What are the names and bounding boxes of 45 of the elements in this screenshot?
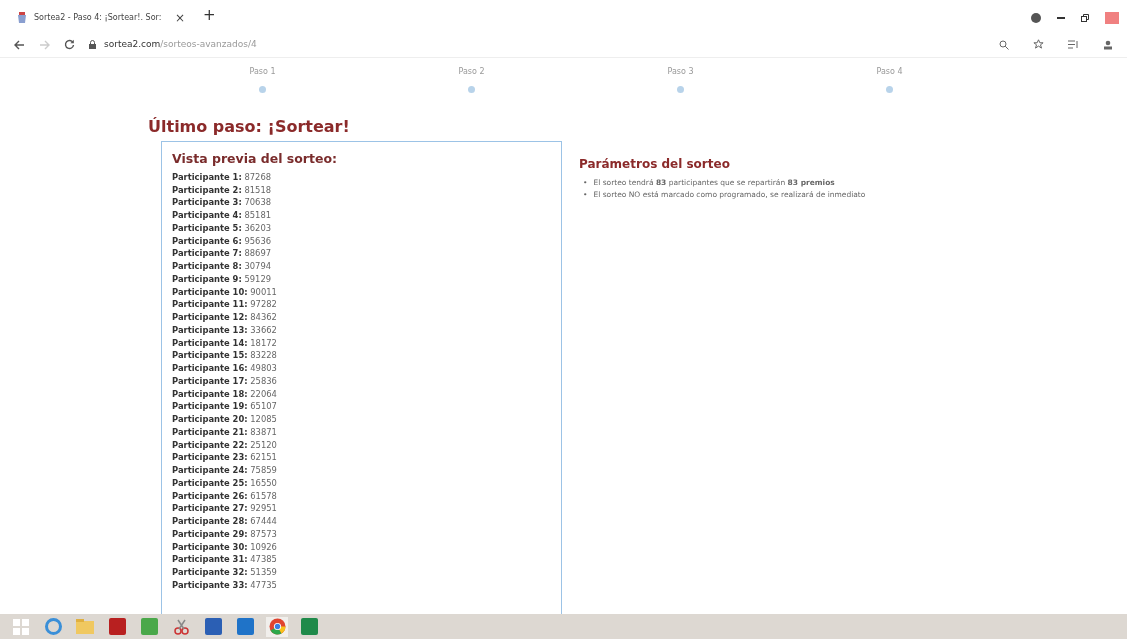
participant-entry: Participante 5: 36203: [172, 221, 273, 235]
participant-entry: Participante 29: 87573: [172, 527, 278, 541]
participant-entry: Participante 1: 87268: [172, 170, 273, 184]
browser-tab[interactable]: Sortea2 - Paso 4: ¡Sortear!. Sor: ×: [8, 4, 193, 32]
participant-entry: Participante 7: 88697: [172, 247, 273, 260]
step-label: Paso 2: [458, 66, 485, 78]
participant-entry: Participante 10: 90011: [172, 285, 278, 299]
participant-entry: Participante 23: 62151: [172, 451, 278, 464]
participant-entry: Participante 11: 97282: [172, 298, 278, 311]
participant-entry: Participante 20: 12085: [172, 413, 278, 426]
participant-entry: Participante 15: 83228: [172, 349, 278, 362]
step-label: Paso 1: [249, 66, 276, 78]
participant-entry: Participante 16: 49803: [172, 362, 278, 375]
page-heading: Último paso: ¡Sortear!: [148, 116, 351, 138]
new-tab-button[interactable]: +: [203, 3, 216, 26]
participant-entry: Participante 30: 10926: [172, 540, 278, 554]
participant-entry: Participante 8: 30794: [172, 260, 273, 273]
step-label: Paso 3: [667, 66, 694, 78]
participant-entry: Participante 28: 67444: [172, 515, 278, 528]
participant-entry: Participante 26: 61578: [172, 489, 278, 503]
participant-entry: Participante 27: 92951: [172, 502, 278, 515]
participant-entry: Participante 9: 59129: [172, 272, 273, 286]
participant-entry: Participante 13: 33662: [172, 323, 278, 337]
tab-title: Sortea2 - Paso 4: ¡Sortear!. Sor:: [34, 12, 162, 24]
step-label: Paso 4: [876, 66, 903, 78]
participant-entry: Participante 12: 84362: [172, 311, 278, 324]
preview-title: Vista previa del sorteo:: [172, 150, 339, 168]
participant-entry: Participante 6: 95636: [172, 234, 273, 248]
parameters-title: Parámetros del sorteo: [579, 156, 731, 173]
participant-entry: Participante 14: 18172: [172, 336, 278, 350]
participant-entry: Participante 32: 51359: [172, 566, 278, 579]
participant-entry: Participante 22: 25120: [172, 438, 278, 452]
close-tab-button[interactable]: ×: [174, 9, 185, 27]
participant-entry: Participante 18: 22064: [172, 387, 278, 401]
url-text[interactable]: sortea2.com/sorteos-avanzados/4: [104, 37, 257, 52]
participant-entry: Participante 3: 70638: [172, 196, 273, 209]
participant-entry: Participante 31: 47385: [172, 553, 278, 566]
participant-entry: Participante 19: 65107: [172, 400, 278, 413]
participant-entry: Participante 4: 85181: [172, 209, 273, 222]
participant-entry: Participante 25: 16550: [172, 476, 278, 490]
participant-entry: Participante 24: 75859: [172, 464, 278, 477]
participant-entry: Participante 17: 25836: [172, 374, 278, 388]
participant-entry: Participante 21: 83871: [172, 425, 278, 439]
participant-entry: Participante 2: 81518: [172, 183, 273, 197]
participant-entry: Participante 33: 47735: [172, 578, 278, 592]
